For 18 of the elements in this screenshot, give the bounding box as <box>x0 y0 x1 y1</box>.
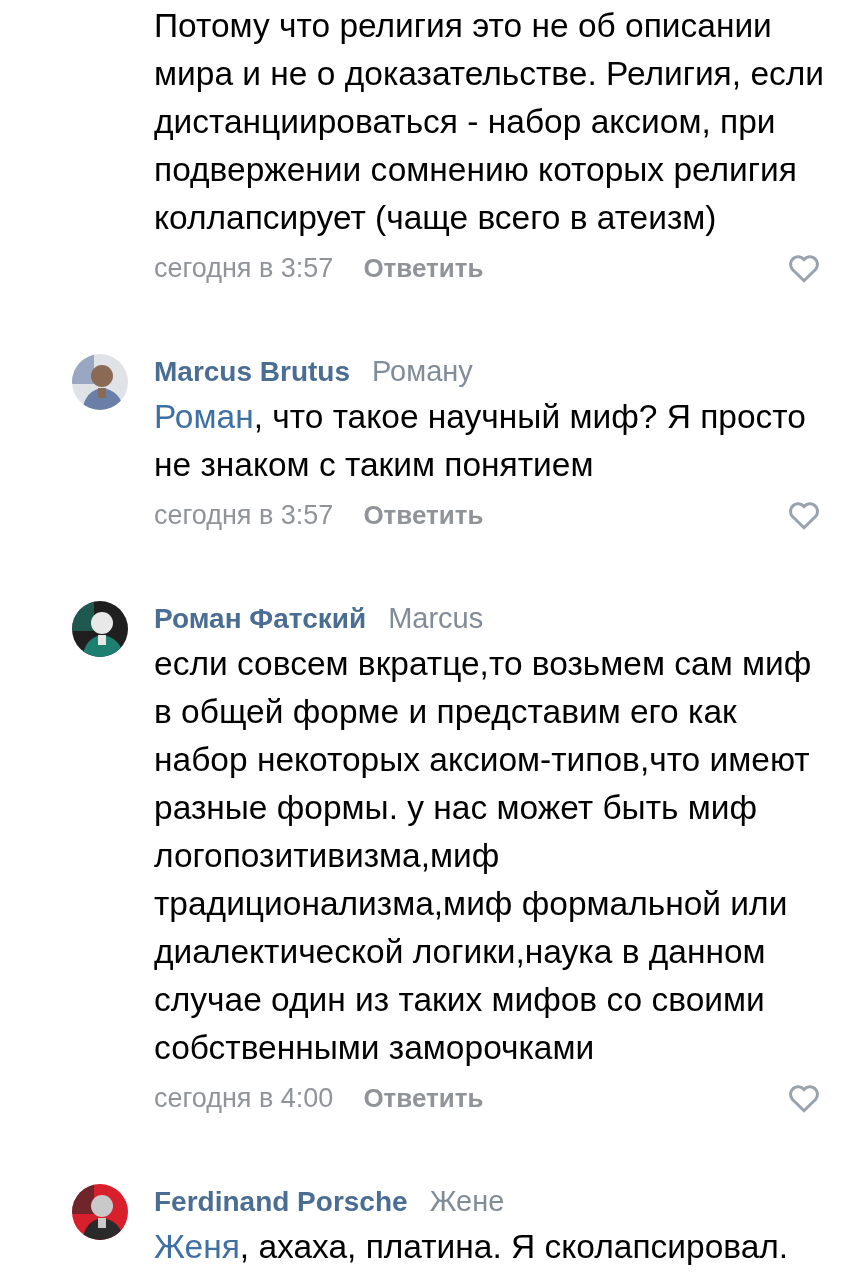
reply-to[interactable]: Жене <box>429 1180 505 1222</box>
reply-to[interactable]: Marcus <box>388 597 484 639</box>
reply-button[interactable]: Ответить <box>363 1082 484 1114</box>
comment-text: Женя, ахаха, платина. Я сколапсировал. <box>154 1227 790 1267</box>
mention-link[interactable]: Женя <box>154 1228 240 1265</box>
comment-text: если совсем вкратце,то возьмем сам миф в общей форме и представим его как набор некоторых аксиом-типов,что имеют разные формы. у нас может быть миф логопозитивизма,миф традиционализма,миф формальной или диалектической логики,наука в данном случае один из таких мифов со своими собственными заморочками <box>154 644 813 1068</box>
comment-time: сегодня в 3:57 <box>154 499 334 531</box>
comment-time: сегодня в 4:00 <box>154 1082 334 1114</box>
reply-button[interactable]: Ответить <box>363 499 484 531</box>
mention-link[interactable]: Роман <box>154 398 254 435</box>
reply-to[interactable]: Роману <box>372 350 473 392</box>
comment-text: Потому что религия это не об описании мира и не о доказательстве. Религия, если дистанциироваться - набор аксиом, при подвержении сомнению которых религия коллапсирует (чаще всего в атеизм) <box>154 6 826 238</box>
author-name[interactable]: Роман Фатский <box>154 598 367 640</box>
reply-button[interactable]: Ответить <box>363 252 484 284</box>
author-name[interactable]: Marcus Brutus <box>154 351 351 393</box>
author-name[interactable]: Ferdinand Porsche <box>154 1181 408 1223</box>
comment-text: Роман, что такое научный миф? Я просто не знаком с таким понятием <box>154 397 807 485</box>
comment-time: сегодня в 3:57 <box>154 252 334 284</box>
